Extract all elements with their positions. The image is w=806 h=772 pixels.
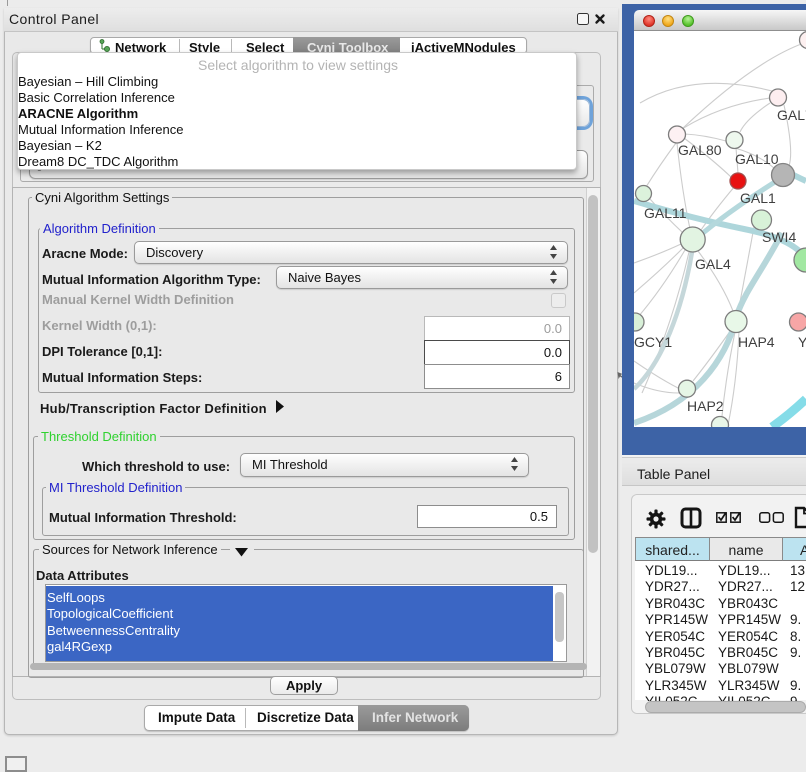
svg-text:GAL10: GAL10 <box>735 151 779 167</box>
svg-text:GAL80: GAL80 <box>678 142 722 158</box>
svg-text:GAL4: GAL4 <box>695 256 731 272</box>
svg-text:GAL7: GAL7 <box>777 107 806 123</box>
svg-text:SWI4: SWI4 <box>762 229 796 245</box>
svg-text:HAP2: HAP2 <box>687 398 724 414</box>
svg-text:Y: Y <box>798 334 806 350</box>
svg-text:GCY1: GCY1 <box>634 334 672 350</box>
svg-text:GAL11: GAL11 <box>644 205 687 221</box>
svg-text:HAP4: HAP4 <box>738 334 775 350</box>
svg-text:GAL1: GAL1 <box>740 190 776 206</box>
